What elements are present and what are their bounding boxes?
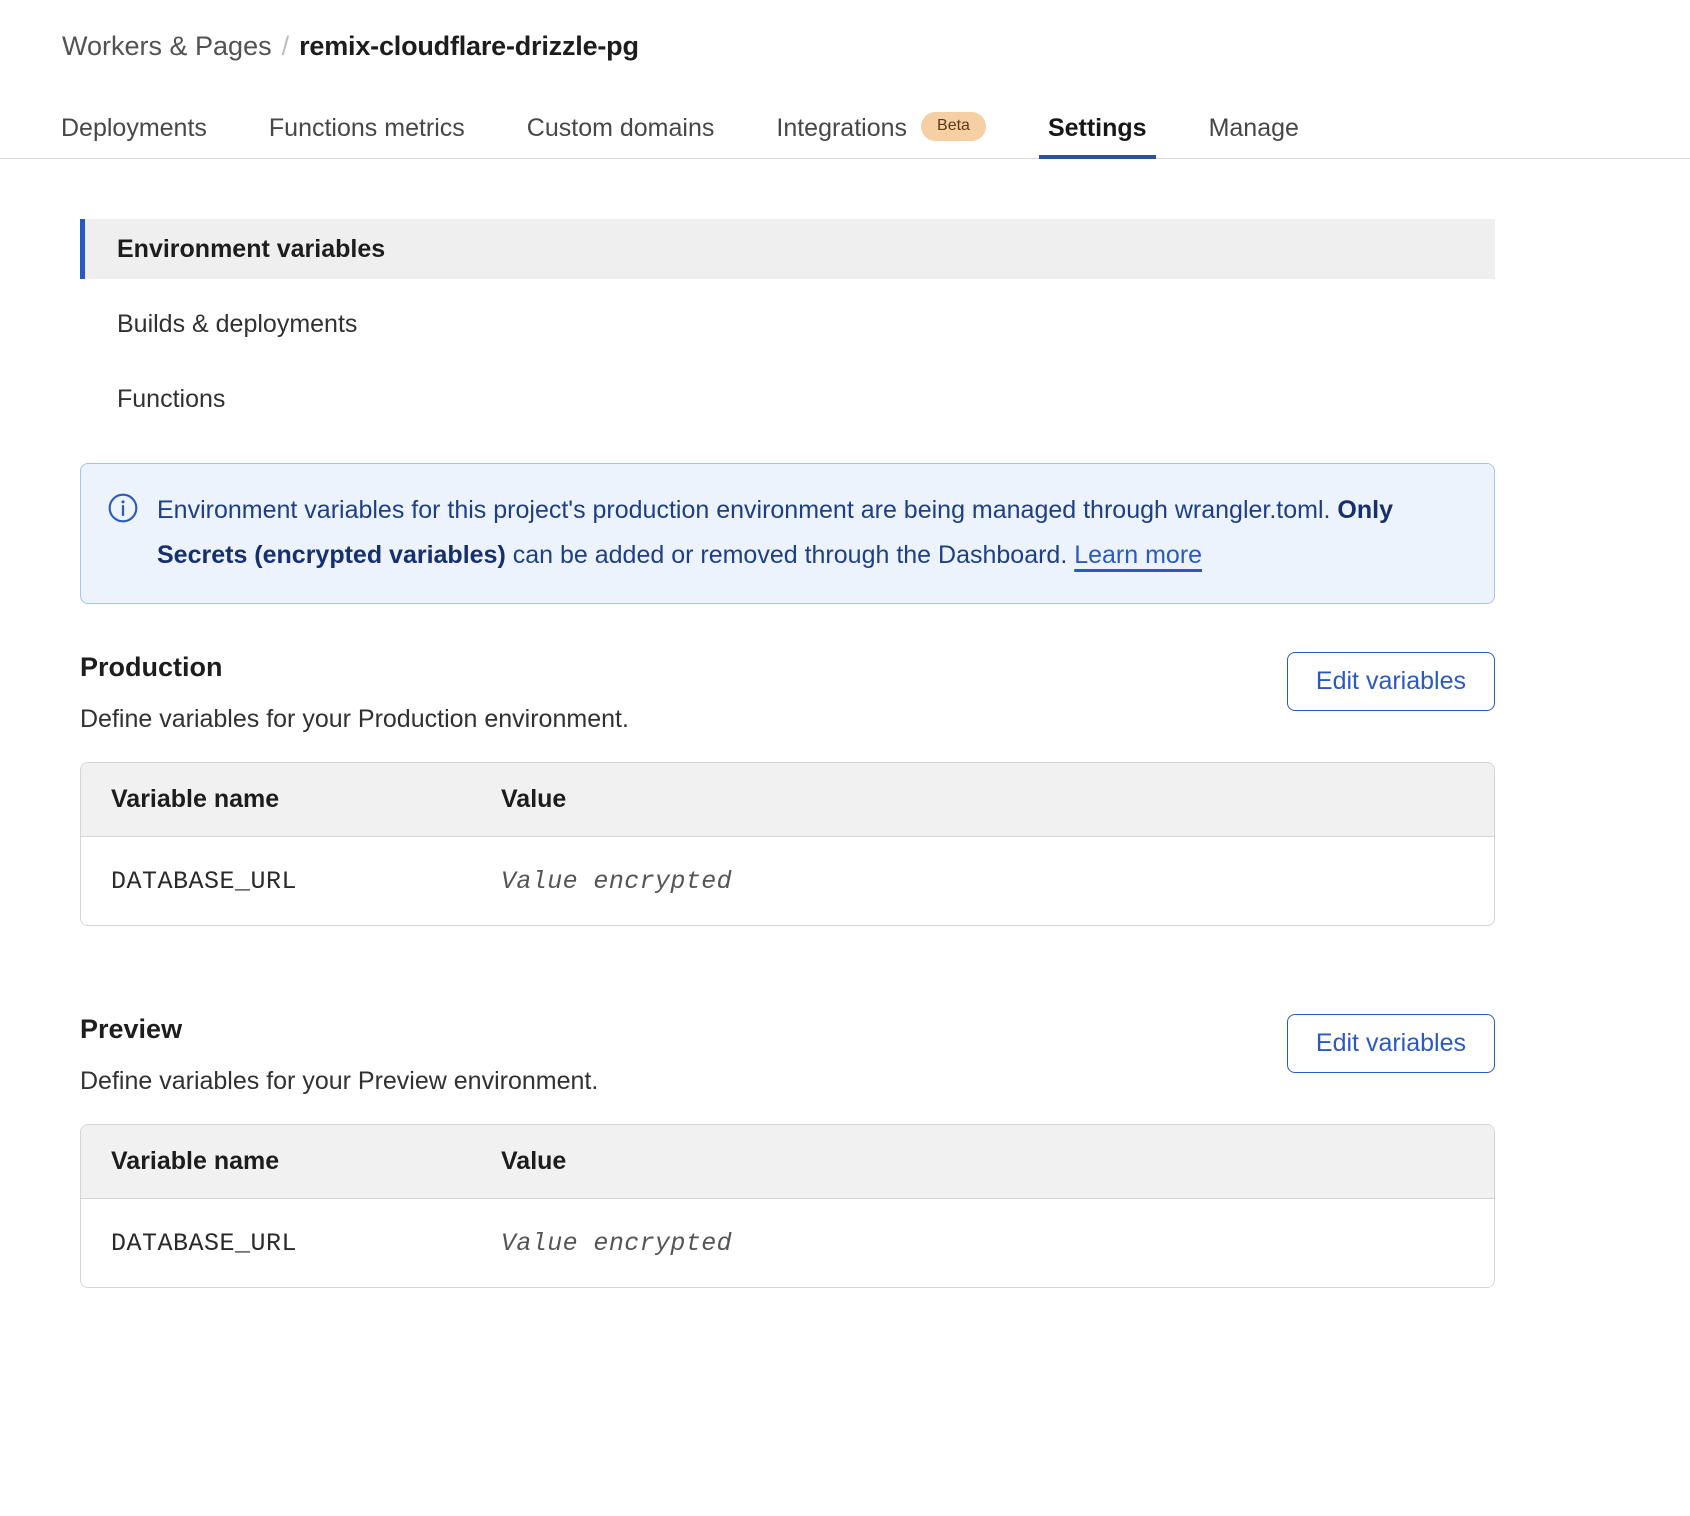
sidebar-item-builds-deployments[interactable]: Builds & deployments — [80, 294, 1495, 354]
breadcrumb-separator: / — [281, 31, 290, 61]
production-variables-table: Variable name Value DATABASE_URL Value e… — [80, 762, 1495, 927]
table-header-row: Variable name Value — [81, 1125, 1494, 1200]
breadcrumb-current-project: remix-cloudflare-drizzle-pg — [299, 31, 639, 61]
sidebar-item-environment-variables-label: Environment variables — [117, 234, 386, 263]
info-banner-text-part1: Environment variables for this project's… — [157, 496, 1338, 525]
preview-variables-table: Variable name Value DATABASE_URL Value e… — [80, 1124, 1495, 1289]
column-header-value: Value — [501, 785, 567, 814]
tab-integrations-label: Integrations — [776, 114, 908, 143]
tab-functions-metrics-label: Functions metrics — [268, 114, 465, 143]
info-circle-icon — [107, 492, 139, 524]
breadcrumb: Workers & Pages / remix-cloudflare-drizz… — [0, 0, 1690, 62]
sidebar-item-functions[interactable]: Functions — [80, 369, 1495, 429]
tab-manage[interactable]: Manage — [1178, 114, 1330, 158]
settings-content: Environment variables Builds & deploymen… — [0, 219, 1690, 1289]
tab-manage-label: Manage — [1208, 114, 1299, 143]
info-banner-text-part2: can be added or removed through the Dash… — [505, 540, 1075, 569]
tab-functions-metrics[interactable]: Functions metrics — [238, 114, 496, 158]
preview-section: Preview Define variables for your Previe… — [80, 1014, 1495, 1289]
beta-badge: Beta — [921, 112, 986, 142]
table-header-row: Variable name Value — [81, 763, 1494, 838]
sidebar-item-functions-label: Functions — [117, 384, 226, 413]
production-section: Production Define variables for your Pro… — [80, 652, 1495, 927]
tab-settings[interactable]: Settings — [1017, 114, 1178, 160]
production-section-description: Define variables for your Production env… — [80, 705, 629, 734]
tab-custom-domains[interactable]: Custom domains — [496, 114, 746, 158]
tab-custom-domains-label: Custom domains — [526, 114, 715, 143]
variable-value-cell: Value encrypted — [501, 1228, 733, 1258]
variable-name-cell: DATABASE_URL — [111, 1228, 298, 1258]
preview-section-description: Define variables for your Preview enviro… — [80, 1067, 599, 1096]
info-banner: Environment variables for this project's… — [80, 463, 1495, 605]
production-section-title: Production — [80, 652, 223, 683]
tab-deployments[interactable]: Deployments — [30, 114, 238, 158]
table-row: DATABASE_URL Value encrypted — [81, 837, 1494, 926]
tab-settings-label: Settings — [1047, 114, 1147, 143]
table-row: DATABASE_URL Value encrypted — [81, 1199, 1494, 1288]
settings-page: Workers & Pages / remix-cloudflare-drizz… — [0, 0, 1690, 1516]
column-header-variable-name: Variable name — [111, 785, 280, 814]
column-header-variable-name: Variable name — [111, 1147, 280, 1176]
sidebar-item-environment-variables[interactable]: Environment variables — [80, 219, 1495, 280]
tab-integrations[interactable]: Integrations Beta — [745, 112, 1017, 158]
project-tabbar: Deployments Functions metrics Custom dom… — [0, 97, 1690, 160]
sidebar-item-builds-deployments-label: Builds & deployments — [117, 309, 358, 338]
column-header-value: Value — [501, 1147, 567, 1176]
settings-sidebar-nav: Environment variables Builds & deploymen… — [80, 219, 1495, 429]
info-banner-text: Environment variables for this project's… — [157, 488, 1466, 577]
edit-variables-button-production[interactable]: Edit variables — [1286, 652, 1495, 712]
learn-more-link[interactable]: Learn more — [1074, 541, 1202, 569]
breadcrumb-parent-link[interactable]: Workers & Pages — [62, 30, 272, 62]
tab-deployments-label: Deployments — [61, 114, 207, 143]
variable-name-cell: DATABASE_URL — [111, 866, 298, 896]
variable-value-cell: Value encrypted — [501, 866, 733, 896]
preview-section-title: Preview — [80, 1014, 183, 1045]
edit-variables-button-preview[interactable]: Edit variables — [1286, 1014, 1495, 1074]
